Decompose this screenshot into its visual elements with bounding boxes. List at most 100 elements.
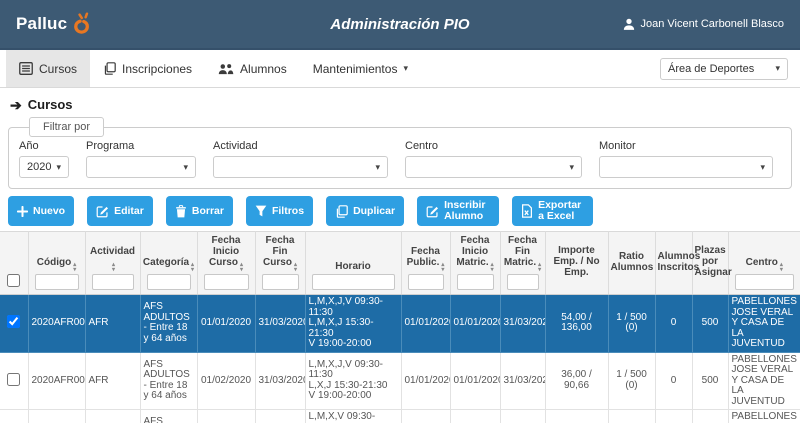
- filter-fields: Año2020▾Programa▾Actividad▾Centro▾Monito…: [19, 140, 781, 178]
- area-selector-value: Área de Deportes: [668, 63, 754, 75]
- filter-label-actividad: Actividad: [213, 140, 388, 152]
- sort-icon[interactable]: ▴▾: [240, 263, 243, 272]
- filter-label-ano: Año: [19, 140, 69, 152]
- column-header-fecha_public[interactable]: Fecha Public.▴▾: [401, 232, 450, 295]
- cell-alumnos_inscritos: 0: [655, 295, 692, 353]
- column-label: Fecha Fin Curso: [263, 235, 294, 268]
- cell-codigo: 2020AFR002: [28, 352, 85, 410]
- column-header-codigo[interactable]: Código▴▾: [28, 232, 85, 295]
- sort-icon[interactable]: ▴▾: [538, 263, 541, 272]
- plus-icon: [17, 206, 28, 217]
- column-header-fecha_fin_curso[interactable]: Fecha Fin Curso▴▾: [255, 232, 305, 295]
- sort-icon[interactable]: ▴▾: [191, 263, 194, 272]
- cell-fecha_inicio_curso: 01/02/2020: [197, 352, 255, 410]
- filter-select-monitor[interactable]: ▾: [599, 156, 773, 178]
- cell-actividad: AFR: [85, 295, 140, 353]
- cell-centro: PABELLONES JOSE VERAL Y CASA DE LA JUVEN…: [728, 410, 800, 423]
- brand: Palluc: [16, 12, 226, 37]
- nav-item-cursos[interactable]: Cursos: [6, 50, 90, 87]
- column-header-alumnos_inscritos: Alumnos Inscritos: [655, 232, 692, 295]
- area-selector[interactable]: Área de Deportes ▾: [660, 58, 788, 80]
- cell-plazas_por_asignar: 499: [692, 410, 728, 423]
- column-filter-horario[interactable]: [312, 274, 395, 290]
- column-filter-codigo[interactable]: [35, 274, 79, 290]
- exportar-a-excel-button[interactable]: Exportar a Excel: [512, 196, 593, 226]
- cell-centro: PABELLONES JOSE VERAL Y CASA DE LA JUVEN…: [728, 295, 800, 353]
- sort-icon[interactable]: ▴▾: [294, 263, 297, 272]
- sort-icon[interactable]: ▴▾: [441, 263, 444, 272]
- filter-panel: Filtrar por Año2020▾Programa▾Actividad▾C…: [8, 117, 792, 189]
- cell-fecha_public: 01/01/2020: [401, 295, 450, 353]
- column-filter-centro[interactable]: [735, 274, 795, 290]
- button-label: Borrar: [192, 206, 224, 217]
- filtros-button[interactable]: Filtros: [246, 196, 313, 226]
- edit-icon: [96, 205, 109, 218]
- caret-down-icon: ▾: [569, 163, 574, 172]
- editar-button[interactable]: Editar: [87, 196, 153, 226]
- app-title: Administración PIO: [226, 16, 574, 33]
- column-header-fecha_inicio_matric[interactable]: Fecha Inicio Matric.▴▾: [450, 232, 500, 295]
- filter-select-ano[interactable]: 2020 ▾: [19, 156, 69, 178]
- trash-icon: [175, 205, 187, 218]
- user-menu[interactable]: Joan Vicent Carbonell Blasco: [574, 18, 784, 30]
- nuevo-button[interactable]: Nuevo: [8, 196, 74, 226]
- inscribir-alumno-button[interactable]: Inscribir Alumno: [417, 196, 499, 226]
- sort-icon[interactable]: ▴▾: [491, 263, 494, 272]
- enroll-icon: [426, 205, 439, 218]
- filter-select-programa[interactable]: ▾: [86, 156, 196, 178]
- table-row[interactable]: 2020AFR002AFRAFS ADULTOS - Entre 18 y 64…: [0, 352, 800, 410]
- table-row[interactable]: 2020AFR003AFRAFS ADULTOS - Entre 18 y 64…: [0, 410, 800, 423]
- caret-down-icon: ▾: [56, 163, 61, 172]
- row-checkbox[interactable]: [7, 315, 20, 328]
- nav-item-alumnos[interactable]: Alumnos: [205, 50, 300, 87]
- filter-select-centro[interactable]: ▾: [405, 156, 582, 178]
- nav-item-inscripciones[interactable]: Inscripciones: [90, 50, 205, 87]
- duplicar-button[interactable]: Duplicar: [326, 196, 404, 226]
- column-header-fecha_fin_matric[interactable]: Fecha Fin Matric.▴▾: [500, 232, 545, 295]
- column-header-fecha_inicio_curso[interactable]: Fecha Inicio Curso▴▾: [197, 232, 255, 295]
- cell-horario: L,M,X,V 09:30-11:30 L,M,X,J 15:30-21:30 …: [305, 410, 401, 423]
- column-label: Ratio Alumnos: [611, 251, 654, 273]
- column-filter-fecha_public[interactable]: [408, 274, 444, 290]
- row-checkbox[interactable]: [7, 373, 20, 386]
- sort-icon[interactable]: ▴▾: [112, 263, 115, 272]
- button-label: Inscribir Alumno: [444, 200, 490, 222]
- cell-alumnos_inscritos: 1: [655, 410, 692, 423]
- table-row[interactable]: 2020AFR001AFRAFS ADULTOS - Entre 18 y 64…: [0, 295, 800, 353]
- filter-select-actividad[interactable]: ▾: [213, 156, 388, 178]
- column-filter-categoria[interactable]: [147, 274, 191, 290]
- select-all-checkbox[interactable]: [7, 274, 20, 287]
- cell-codigo: 2020AFR003: [28, 410, 85, 423]
- sort-icon[interactable]: ▴▾: [73, 263, 76, 272]
- cell-fecha_fin_matric: 31/03/2020: [500, 352, 545, 410]
- nav-item-label: Alumnos: [240, 62, 287, 76]
- button-label: Duplicar: [353, 206, 395, 217]
- column-filter-actividad[interactable]: [92, 274, 134, 290]
- sort-icon[interactable]: ▴▾: [780, 263, 783, 272]
- column-header-ratio_alumnos: Ratio Alumnos: [608, 232, 655, 295]
- cell-alumnos_inscritos: 0: [655, 352, 692, 410]
- page-title: ➔ Cursos: [10, 97, 790, 112]
- cell-horario: L,M,X,J,V 09:30-11:30 L,X,J 15:30-21:30 …: [305, 352, 401, 410]
- palluc-logo-icon: [70, 12, 95, 37]
- cell-categoria: AFS ADULTOS - Entre 18 y 64 años: [140, 352, 197, 410]
- select-value: 2020: [27, 161, 51, 173]
- column-filter-fecha_inicio_matric[interactable]: [457, 274, 494, 290]
- column-header-horario: Horario: [305, 232, 401, 295]
- nav-item-mantenimientos[interactable]: Mantenimientos▾: [300, 50, 421, 87]
- column-filter-fecha_fin_matric[interactable]: [507, 274, 539, 290]
- cell-plazas_por_asignar: 500: [692, 295, 728, 353]
- cell-categoria: AFS ADULTOS - Entre 18 y 64 años: [140, 295, 197, 353]
- filter-legend: Filtrar por: [29, 117, 104, 137]
- column-header-centro[interactable]: Centro▴▾: [728, 232, 800, 295]
- cell-importe: 36,00 / 90,66: [545, 352, 608, 410]
- column-header-categoria[interactable]: Categoría▴▾: [140, 232, 197, 295]
- courses-icon: [19, 62, 33, 75]
- column-filter-fecha_fin_curso[interactable]: [262, 274, 299, 290]
- column-label: Fecha Inicio Matric.: [456, 235, 489, 268]
- main-content: ➔ Cursos Filtrar por Año2020▾Programa▾Ac…: [0, 97, 800, 423]
- column-filter-fecha_inicio_curso[interactable]: [204, 274, 249, 290]
- column-header-actividad[interactable]: Actividad▴▾: [85, 232, 140, 295]
- borrar-button[interactable]: Borrar: [166, 196, 233, 226]
- cell-fecha_public: 01/01/2020: [401, 352, 450, 410]
